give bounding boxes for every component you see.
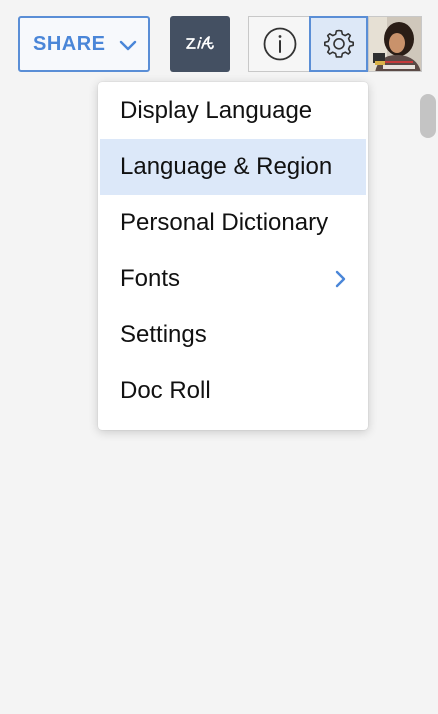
- info-button[interactable]: [248, 16, 310, 72]
- app-page: SHARE Display Language Language & Region…: [0, 0, 438, 714]
- scrollbar-thumb[interactable]: [420, 94, 436, 138]
- gear-icon: [323, 29, 354, 58]
- menu-item-display-language[interactable]: Display Language: [98, 83, 368, 139]
- menu-item-label: Display Language: [120, 97, 313, 124]
- user-avatar[interactable]: [368, 16, 422, 72]
- toolbar-right-group: [248, 16, 422, 72]
- settings-menu: Display Language Language & Region Perso…: [98, 82, 368, 430]
- share-button[interactable]: SHARE: [18, 16, 150, 72]
- sign-button[interactable]: [170, 16, 230, 72]
- menu-item-label: Personal Dictionary: [120, 209, 329, 236]
- avatar-image: [369, 17, 421, 71]
- menu-item-label: Settings: [120, 321, 207, 348]
- share-label: SHARE: [33, 32, 106, 55]
- signature-icon: [186, 36, 214, 50]
- menu-item-label: Doc Roll: [120, 377, 211, 404]
- menu-item-label: Language & Region: [120, 153, 333, 180]
- menu-item-personal-dictionary[interactable]: Personal Dictionary: [98, 195, 368, 251]
- menu-item-settings[interactable]: Settings: [98, 307, 368, 363]
- menu-item-fonts[interactable]: Fonts: [98, 251, 368, 307]
- menu-item-label: Fonts: [120, 265, 181, 292]
- chevron-right-icon: [335, 270, 346, 288]
- settings-button[interactable]: [309, 16, 368, 72]
- info-icon: [263, 27, 296, 61]
- menu-item-language-region[interactable]: Language & Region: [100, 139, 366, 195]
- menu-item-doc-roll[interactable]: Doc Roll: [98, 363, 368, 419]
- chevron-down-icon[interactable]: [118, 35, 138, 55]
